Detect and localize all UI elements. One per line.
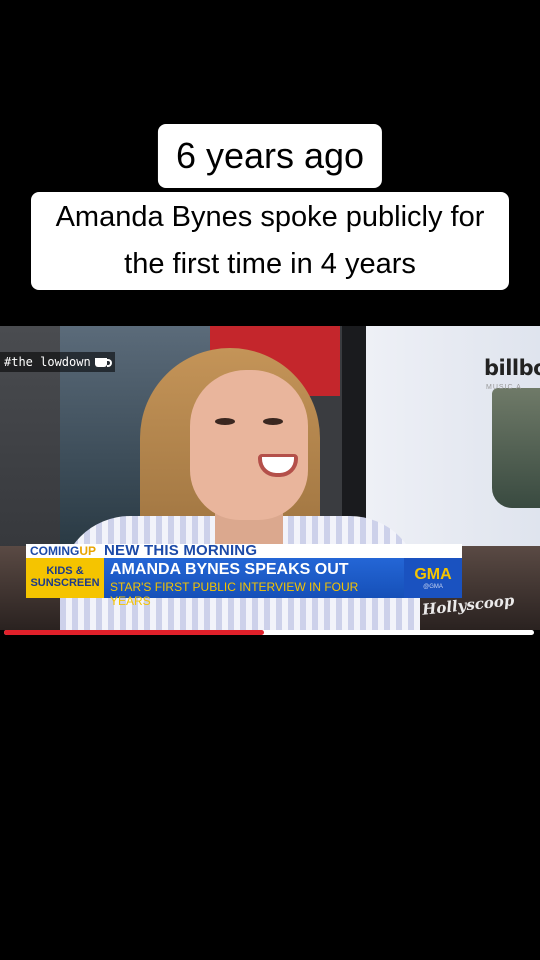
coming-label: COMING <box>30 544 80 558</box>
story-block: AMANDA BYNES SPEAKS OUT STAR'S FIRST PUB… <box>104 558 404 608</box>
segment-label-line1: KIDS & <box>46 565 84 577</box>
gma-logo: GMA <box>414 566 452 583</box>
lowdown-tag: #the lowdown <box>0 352 115 372</box>
person-eye-right <box>263 418 283 425</box>
gma-handle: @GMA <box>423 584 443 590</box>
segment-label: KIDS & SUNSCREEN <box>26 558 104 598</box>
lowdown-tag-label: #the lowdown <box>4 355 91 369</box>
gma-logo-box: GMA @GMA <box>404 558 462 598</box>
billboard-logo: billbo <box>484 356 540 380</box>
segment-label-line2: SUNSCREEN <box>30 577 100 589</box>
new-this-morning-banner: NEW THIS MORNING <box>100 543 462 558</box>
backdrop-artwork <box>492 388 540 508</box>
coming-up-label: COMINGUP <box>26 544 101 558</box>
lower-third-top: COMINGUP NEW THIS MORNING <box>26 543 462 558</box>
lower-third-main: KIDS & SUNSCREEN AMANDA BYNES SPEAKS OUT… <box>26 558 462 608</box>
billboard-subtext: MUSIC A <box>486 384 522 391</box>
person-face <box>190 370 308 520</box>
video-progress-fill <box>4 630 264 635</box>
video-progress-bar[interactable] <box>4 630 534 635</box>
caption-year: 6 years ago <box>157 124 383 188</box>
person-eye-left <box>215 418 235 425</box>
video-player[interactable]: #the lowdown billbo MUSIC A COMINGUP NEW… <box>0 326 540 630</box>
story-headline: AMANDA BYNES SPEAKS OUT <box>110 561 349 578</box>
up-label: UP <box>79 544 97 558</box>
caption-headline: Amanda Bynes spoke publicly for the firs… <box>31 192 509 290</box>
coffee-cup-icon <box>94 357 112 367</box>
story-subline: STAR'S FIRST PUBLIC INTERVIEW IN FOUR YE… <box>110 580 359 608</box>
